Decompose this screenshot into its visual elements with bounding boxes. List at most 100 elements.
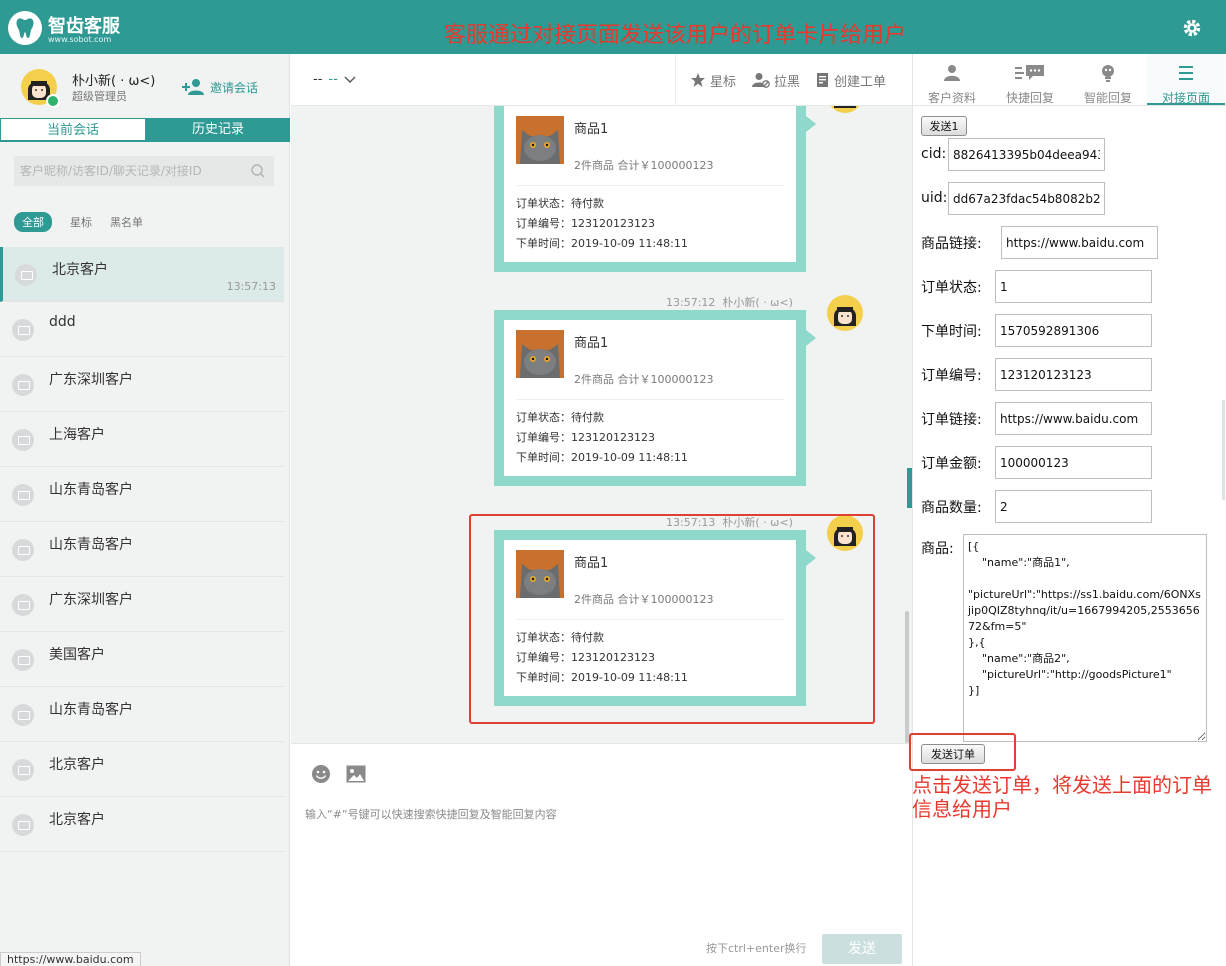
session-item[interactable]: 山东青岛客户 <box>0 467 284 522</box>
pc-device-icon <box>12 594 34 616</box>
session-name: 山东青岛客户 <box>49 702 133 718</box>
session-list: 北京客户 13:57:13 ddd 广东深圳客户 上海客户 山东青岛客户 山东青岛… <box>0 247 284 852</box>
agent-message-avatar <box>826 294 864 332</box>
uid-label: uid: <box>921 190 948 206</box>
message-input[interactable] <box>305 808 865 821</box>
product-image <box>516 330 564 378</box>
uid-field[interactable] <box>948 182 1105 215</box>
product-name: 商品1 <box>574 336 609 351</box>
tab-integration-page[interactable]: 对接页面 <box>1147 54 1225 105</box>
blacklist-button[interactable]: 拉黑 <box>752 71 800 90</box>
goods-json-textarea[interactable]: [{ "name":"商品1", "pictureUrl":"https://s… <box>963 534 1207 742</box>
product-name: 商品1 <box>574 122 609 137</box>
agent-role: 超级管理员 <box>72 90 127 103</box>
tab-quick-reply[interactable]: 快捷回复 <box>991 54 1069 105</box>
brand-url: www.sobot.com <box>48 35 112 44</box>
order-card[interactable]: 商品1 2件商品 合计￥100000123 订单状态：待付款 订单编号：1231… <box>504 320 796 476</box>
order-number-label: 订单编号: <box>921 368 982 384</box>
product-image <box>516 116 564 164</box>
message-sender: 朴小新( · ω<) <box>722 296 793 309</box>
tab-smart-reply[interactable]: 智能回复 <box>1069 54 1147 105</box>
right-panel: 客户资料 快捷回复 智能回复 对接页面 发送1 cid: uid: 商品链接: … <box>912 54 1226 966</box>
emoji-icon[interactable] <box>311 764 331 788</box>
tooth-logo-icon <box>8 11 42 45</box>
order-status: 订单状态：待付款 <box>516 197 604 210</box>
pc-device-icon <box>12 649 34 671</box>
tab-current[interactable]: 当前会话 <box>0 118 146 140</box>
star-icon <box>691 73 705 87</box>
session-name: 美国客户 <box>49 647 105 663</box>
invite-label: 邀请会话 <box>210 80 259 95</box>
order-status: 订单状态：待付款 <box>516 411 604 424</box>
search-icon[interactable] <box>250 163 266 183</box>
order-status-field[interactable] <box>995 270 1152 303</box>
search-input[interactable] <box>20 160 240 182</box>
tab-label: 对接页面 <box>1161 91 1210 105</box>
session-item[interactable]: 广东深圳客户 <box>0 357 284 412</box>
create-ticket-button[interactable]: 创建工单 <box>816 71 886 90</box>
online-badge <box>46 94 60 108</box>
session-item[interactable]: 上海客户 <box>0 412 284 467</box>
order-card[interactable]: 商品1 2件商品 合计￥100000123 订单状态：待付款 订单编号：1231… <box>504 106 796 262</box>
message-meta: 13:57:12 朴小新( · ω<) <box>666 294 793 310</box>
menu-lines-icon <box>1179 66 1193 80</box>
cid-field[interactable] <box>948 138 1105 171</box>
session-tabs: 当前会话 历史记录 <box>0 118 290 142</box>
chat-messages: 商品1 2件商品 合计￥100000123 订单状态：待付款 订单编号：1231… <box>291 106 912 743</box>
session-item[interactable]: 北京客户 13:57:13 <box>0 247 284 302</box>
order-number: 订单编号：123120123123 <box>516 217 655 230</box>
order-link-field[interactable] <box>995 402 1152 435</box>
product-link-field[interactable] <box>1001 226 1158 259</box>
message-composer: 按下ctrl+enter换行 发送 <box>291 743 912 966</box>
right-tabs: 客户资料 快捷回复 智能回复 对接页面 <box>913 54 1226 106</box>
agent-avatar <box>20 68 60 108</box>
filter-star[interactable]: 星标 <box>70 214 92 230</box>
session-item[interactable]: ddd <box>0 302 284 357</box>
order-card-message: 商品1 2件商品 合计￥100000123 订单状态：待付款 订单编号：1231… <box>494 106 816 272</box>
session-name: 广东深圳客户 <box>49 592 133 608</box>
star-button[interactable]: 星标 <box>690 71 736 90</box>
session-item[interactable]: 山东青岛客户 <box>0 687 284 742</box>
image-icon[interactable] <box>346 765 366 787</box>
order-card-message: 商品1 2件商品 合计￥100000123 订单状态：待付款 订单编号：1231… <box>494 310 816 486</box>
order-time-field[interactable] <box>995 314 1152 347</box>
gear-icon[interactable] <box>1182 18 1202 42</box>
order-number-field[interactable] <box>995 358 1152 391</box>
tab-customer-profile[interactable]: 客户资料 <box>913 54 991 105</box>
pc-device-icon <box>12 759 34 781</box>
order-time: 下单时间：2019-10-09 11:48:11 <box>516 451 688 464</box>
order-link-label: 订单链接: <box>921 412 982 428</box>
session-name: ddd <box>49 314 76 330</box>
star-label: 星标 <box>710 74 737 90</box>
create-ticket-label: 创建工单 <box>834 74 887 90</box>
selector-right-value: -- <box>328 72 338 87</box>
newline-hint: 按下ctrl+enter换行 <box>706 942 807 955</box>
send1-button[interactable]: 发送1 <box>921 116 967 136</box>
conversation-selector[interactable]: -- -- <box>313 72 356 87</box>
send-button[interactable]: 发送 <box>822 934 902 964</box>
product-qty-field[interactable] <box>995 490 1152 523</box>
blacklist-label: 拉黑 <box>774 74 801 90</box>
top-bar: 智齿客服 www.sobot.com 客服通过对接页面发送该用户的订单卡片给用户 <box>0 0 1226 54</box>
session-item[interactable]: 美国客户 <box>0 632 284 687</box>
agent-name: 朴小新( · ω<) <box>72 74 156 89</box>
order-amount-field[interactable] <box>995 446 1152 479</box>
session-item[interactable]: 广东深圳客户 <box>0 577 284 632</box>
filter-blacklist[interactable]: 黑名单 <box>110 214 143 230</box>
order-status-label: 订单状态: <box>921 280 982 296</box>
status-bar-url: https://www.baidu.com <box>0 952 141 966</box>
cid-label: cid: <box>921 146 947 162</box>
chat-scrollbar[interactable] <box>905 611 909 743</box>
session-item[interactable]: 北京客户 <box>0 742 284 797</box>
right-edge-scrollbar[interactable] <box>1222 400 1225 500</box>
tab-label: 客户资料 <box>927 91 976 105</box>
order-time: 下单时间：2019-10-09 11:48:11 <box>516 237 688 250</box>
session-sidebar: 朴小新( · ω<) 超级管理员 邀请会话 当前会话 历史记录 全部 星标 黑名… <box>0 54 290 966</box>
session-item[interactable]: 北京客户 <box>0 797 284 852</box>
pc-device-icon <box>15 264 37 286</box>
session-item[interactable]: 山东青岛客户 <box>0 522 284 577</box>
invite-session-button[interactable]: 邀请会话 <box>182 78 258 96</box>
tab-history[interactable]: 历史记录 <box>146 118 290 140</box>
filter-all[interactable]: 全部 <box>14 212 52 232</box>
order-amount-label: 订单金额: <box>921 456 982 472</box>
